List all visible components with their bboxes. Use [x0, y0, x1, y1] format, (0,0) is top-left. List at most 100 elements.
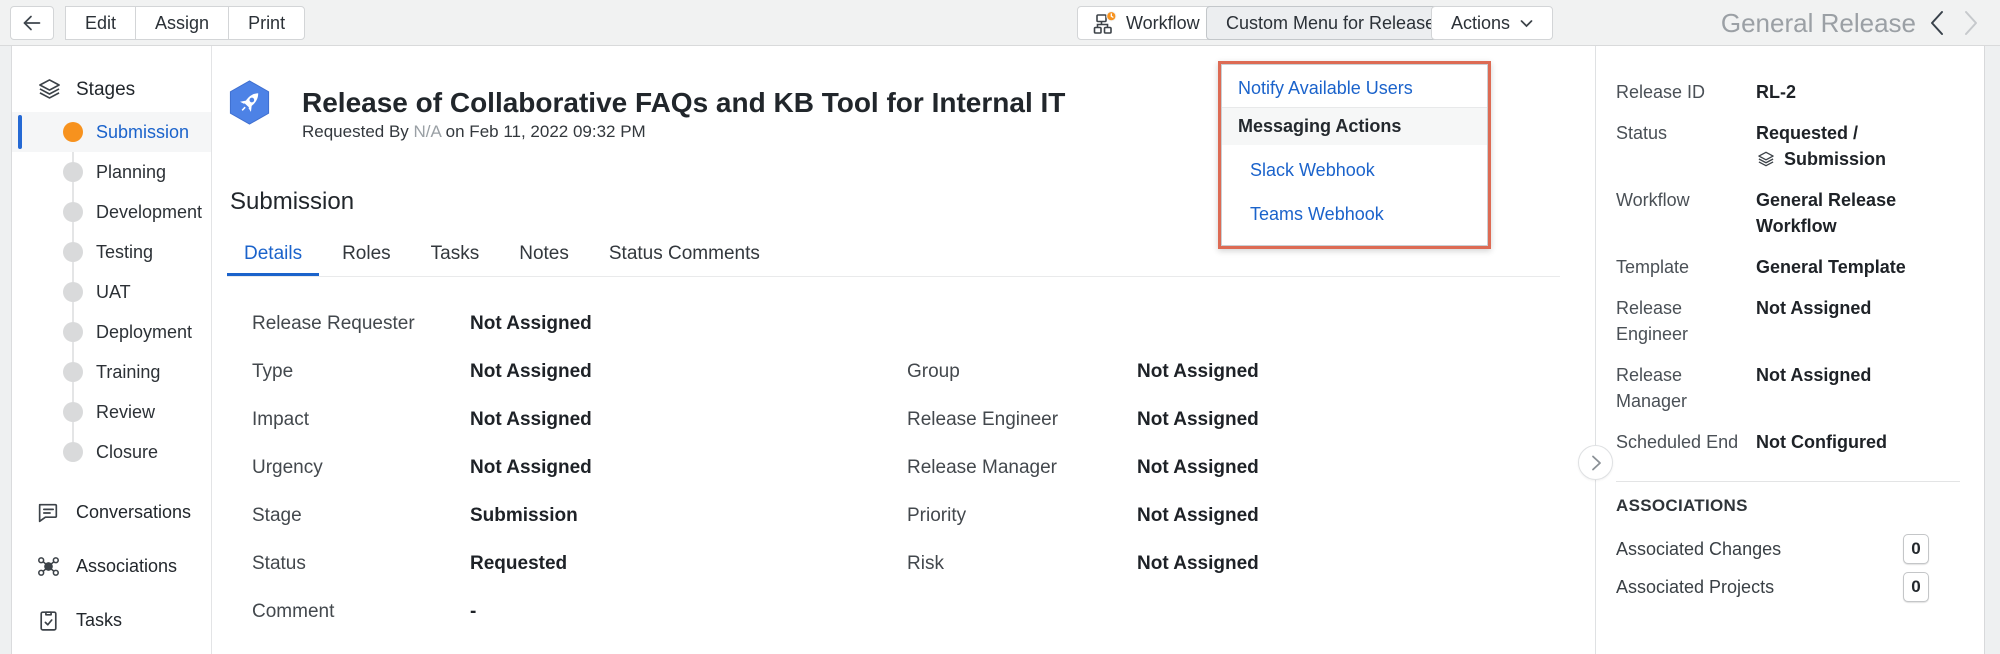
- detail-field-row: Release Manager Not Assigned: [1616, 362, 1960, 414]
- field-row: Urgency Not Assigned: [252, 444, 892, 492]
- chevron-down-icon: [1520, 19, 1533, 28]
- fields-right-column: Group Not Assigned Release Engineer Not …: [907, 348, 1527, 588]
- detail-field-value: Not Assigned: [1756, 295, 1960, 321]
- panel-field-list: Release ID RL-2 Status: [1616, 79, 1960, 455]
- sidebar-item-associations[interactable]: Associations: [36, 548, 177, 584]
- requested-by-label: Requested By: [302, 122, 409, 141]
- field-label: Type: [252, 361, 470, 383]
- workflow-icon: [1093, 11, 1117, 35]
- stage-item[interactable]: Development: [12, 192, 211, 232]
- stages-label: Stages: [76, 79, 135, 101]
- workflow-button[interactable]: Workflow: [1077, 6, 1216, 40]
- field-row: Priority Not Assigned: [907, 492, 1527, 540]
- field-value: Not Assigned: [470, 457, 592, 479]
- stage-dot-icon: [63, 242, 83, 262]
- layers-icon: [36, 76, 63, 103]
- menu-item[interactable]: Slack Webhook: [1222, 151, 1487, 189]
- toolbar-button[interactable]: Print: [228, 6, 305, 40]
- stage-dot-icon: [63, 362, 83, 382]
- field-label: Stage: [252, 505, 470, 527]
- stage-item[interactable]: Submission: [12, 112, 211, 152]
- menu-item[interactable]: Messaging Actions: [1222, 107, 1487, 145]
- tab[interactable]: Tasks: [414, 234, 497, 276]
- detail-field-label: Release Engineer: [1616, 295, 1756, 347]
- workflow-button-label: Workflow: [1126, 13, 1200, 34]
- stage-item[interactable]: Review: [12, 392, 211, 432]
- field-label: Impact: [252, 409, 470, 431]
- actions-button[interactable]: Actions: [1431, 6, 1553, 40]
- back-button[interactable]: [10, 6, 54, 40]
- menu-item[interactable]: Teams Webhook: [1222, 195, 1487, 233]
- field-value: Not Assigned: [1137, 505, 1259, 527]
- detail-field-value: Not Configured: [1756, 429, 1960, 455]
- tab[interactable]: Details: [227, 234, 319, 276]
- stage-label: Development: [96, 202, 202, 223]
- detail-field-value: General Template: [1756, 254, 1960, 280]
- actions-button-label: Actions: [1451, 13, 1510, 34]
- stage-section-title: Submission: [230, 188, 354, 216]
- field-value: Not Assigned: [1137, 553, 1259, 575]
- tab[interactable]: Status Comments: [592, 234, 777, 276]
- toolbar-button[interactable]: Edit: [65, 6, 136, 40]
- field-label: Comment: [252, 601, 470, 623]
- field-row: Group Not Assigned: [907, 348, 1527, 396]
- custom-menu-dropdown: Notify Available Users Messaging Actions…: [1221, 64, 1488, 246]
- previous-record-icon[interactable]: [1924, 8, 1950, 38]
- stages-header: Stages: [36, 76, 135, 103]
- stage-item[interactable]: Testing: [12, 232, 211, 272]
- field-value: Submission: [470, 505, 578, 527]
- stage-label: Training: [96, 362, 160, 383]
- detail-field-label: Scheduled End: [1616, 429, 1756, 455]
- left-sidebar: Stages Submission Planning Development T…: [11, 46, 212, 654]
- detail-field-value: RL-2: [1756, 79, 1960, 105]
- stage-item[interactable]: Planning: [12, 152, 211, 192]
- stage-dot-icon: [63, 162, 83, 182]
- sidebar-item-conversations[interactable]: Conversations: [36, 494, 191, 530]
- associations-list: Associated Changes 0 Associated Projects…: [1616, 534, 1960, 602]
- stage-label: Testing: [96, 242, 153, 263]
- associations-icon: [36, 554, 61, 579]
- detail-field-value: Not Assigned: [1756, 362, 1960, 388]
- detail-field-row: Release ID RL-2: [1616, 79, 1960, 105]
- detail-field-row: Release Engineer Not Assigned: [1616, 295, 1960, 347]
- association-count-badge[interactable]: 0: [1903, 572, 1929, 602]
- association-count-badge[interactable]: 0: [1903, 534, 1929, 564]
- conversations-icon: [36, 500, 61, 525]
- chevron-right-icon: [1589, 454, 1603, 472]
- field-label: Urgency: [252, 457, 470, 479]
- stage-item[interactable]: UAT: [12, 272, 211, 312]
- stage-label: Submission: [96, 122, 189, 143]
- requested-on: on Feb 11, 2022 09:32 PM: [446, 122, 646, 141]
- field-label: Release Requester: [252, 313, 470, 335]
- field-label: Status: [252, 553, 470, 575]
- detail-field-label: Workflow: [1616, 187, 1756, 239]
- field-value: Not Assigned: [1137, 409, 1259, 431]
- panel-collapse-button[interactable]: [1578, 445, 1613, 480]
- menu-item[interactable]: Notify Available Users: [1222, 69, 1487, 107]
- association-row: Associated Changes 0: [1616, 534, 1960, 564]
- next-record-icon[interactable]: [1958, 8, 1984, 38]
- stage-dot-icon: [63, 122, 83, 142]
- detail-field-label: Status: [1616, 120, 1756, 172]
- field-label: Group: [907, 361, 1137, 383]
- stage-dot-icon: [63, 402, 83, 422]
- field-value: Requested: [470, 553, 567, 575]
- stage-item[interactable]: Deployment: [12, 312, 211, 352]
- field-row: Comment -: [252, 588, 892, 636]
- stage-item[interactable]: Training: [12, 352, 211, 392]
- detail-field-stage-line: Submission: [1756, 146, 1960, 172]
- stage-item[interactable]: Closure: [12, 432, 211, 472]
- association-row: Associated Projects 0: [1616, 572, 1960, 602]
- field-label: Release Manager: [907, 457, 1137, 479]
- field-value: Not Assigned: [470, 313, 592, 335]
- field-label: Release Engineer: [907, 409, 1137, 431]
- sidebar-item-tasks[interactable]: Tasks: [36, 602, 122, 638]
- field-value: Not Assigned: [1137, 361, 1259, 383]
- release-requested-line: Requested By N/A on Feb 11, 2022 09:32 P…: [302, 122, 646, 142]
- tab[interactable]: Roles: [325, 234, 408, 276]
- detail-field-row: Template General Template: [1616, 254, 1960, 280]
- field-row: Release Engineer Not Assigned: [907, 396, 1527, 444]
- toolbar-button[interactable]: Assign: [135, 6, 229, 40]
- tab[interactable]: Notes: [502, 234, 586, 276]
- tasks-icon: [36, 608, 61, 633]
